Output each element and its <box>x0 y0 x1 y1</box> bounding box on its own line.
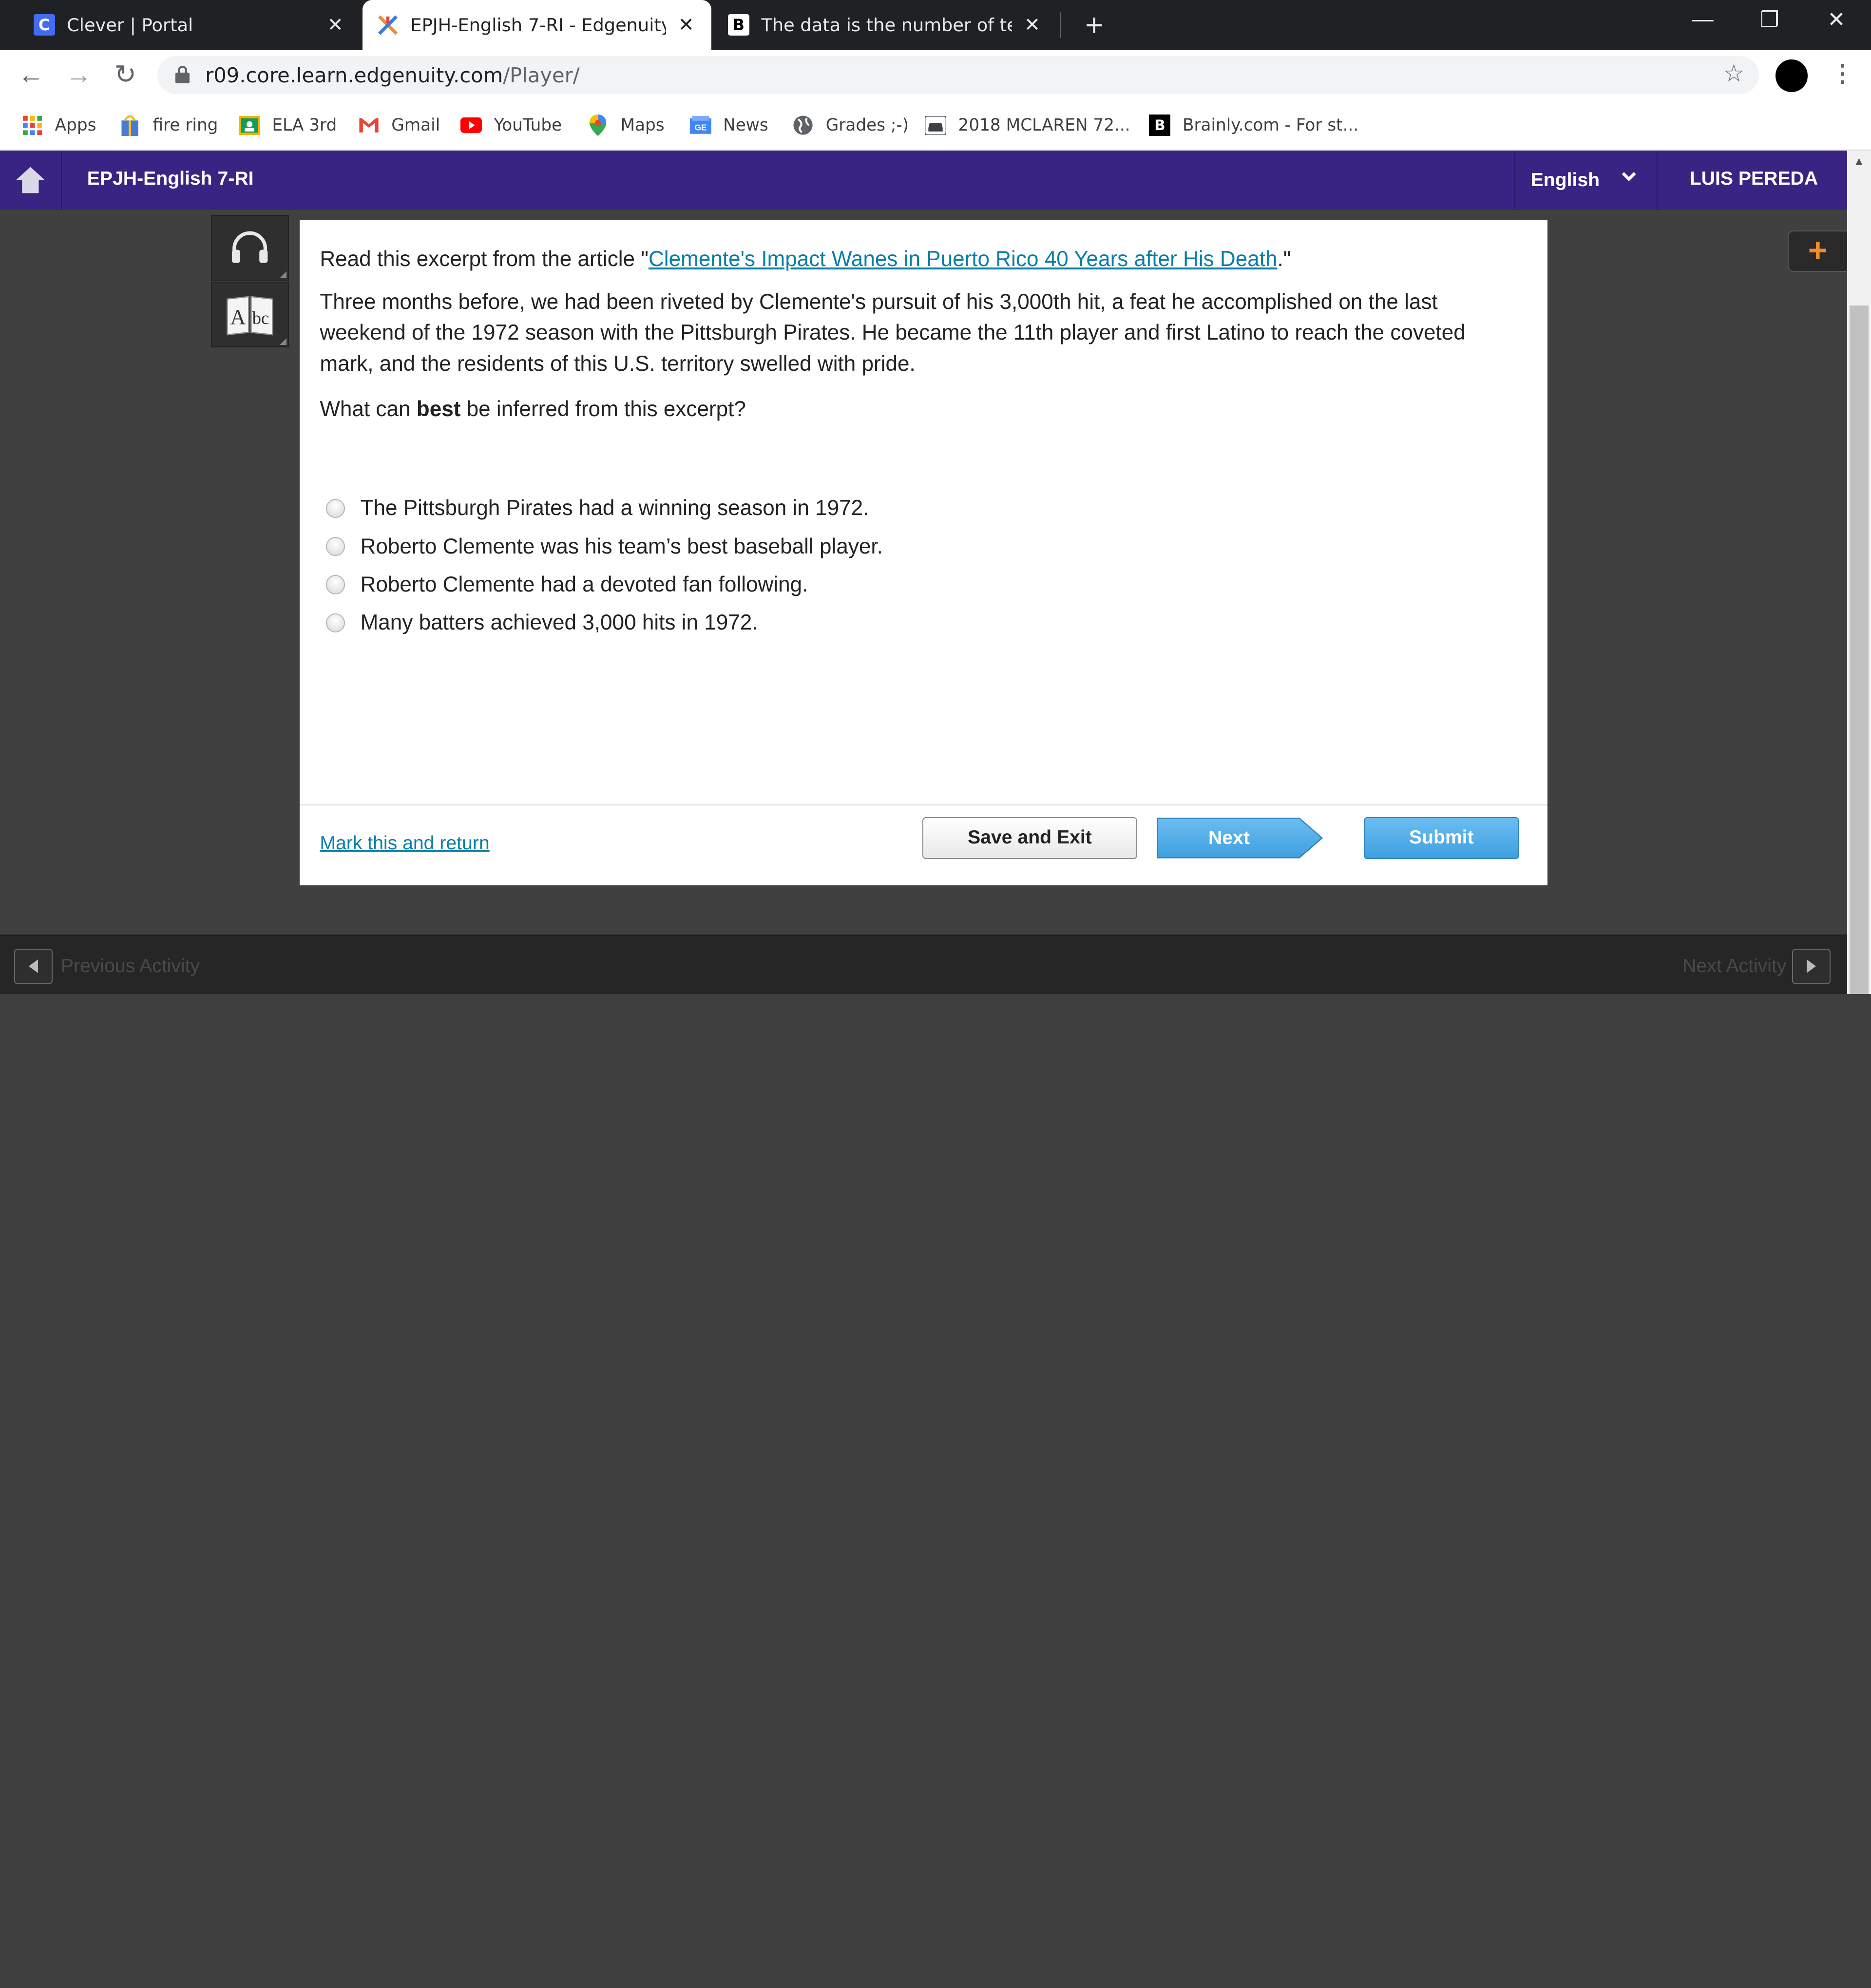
svg-text:GE: GE <box>694 122 706 132</box>
radio-button[interactable] <box>325 575 345 594</box>
dictionary-book-icon: A bc <box>227 296 273 336</box>
page-scrollbar[interactable]: ▲ <box>1847 150 1871 994</box>
bookmark-brainly[interactable]: B Brainly.com - For st... <box>1149 112 1358 138</box>
edgenuity-logo-icon <box>377 14 399 36</box>
bookmark-star-icon[interactable]: ☆ <box>1723 59 1745 87</box>
back-arrow-icon[interactable]: ← <box>16 59 47 91</box>
new-tab-button[interactable]: + <box>1077 7 1111 43</box>
screen: C Clever | Portal ✕ EPJH-English 7-RI - … <box>0 0 1871 994</box>
browser-tab-strip: C Clever | Portal ✕ EPJH-English 7-RI - … <box>0 0 1871 50</box>
question-footer: Mark this and return Save and Exit Next … <box>299 804 1548 886</box>
bookmark-apps[interactable]: Apps <box>21 112 96 138</box>
scroll-up-arrow-icon[interactable]: ▲ <box>1853 155 1865 169</box>
radio-button[interactable] <box>325 613 345 632</box>
radio-button[interactable] <box>325 498 345 518</box>
answer-option-b[interactable]: Roberto Clemente was his team’s best bas… <box>325 527 883 565</box>
tab-edgenuity[interactable]: EPJH-English 7-RI - Edgenuity.com ✕ <box>363 0 711 50</box>
tab-title: The data is the number of text messages <box>761 14 1012 36</box>
bookmark-ela-3rd[interactable]: ELA 3rd <box>238 112 337 138</box>
article-link[interactable]: Clemente's Impact Wanes in Puerto Rico 4… <box>649 247 1278 271</box>
answer-option-c[interactable]: Roberto Clemente had a devoted fan follo… <box>325 566 883 604</box>
bookmark-maps[interactable]: Maps <box>587 112 665 138</box>
restore-window-icon[interactable]: ❐ <box>1752 7 1787 32</box>
bookmarks-bar: Apps fire ring ELA 3rd Gmail YouTube Map… <box>0 100 1871 151</box>
gift-bag-icon <box>119 115 141 136</box>
answer-options: The Pittsburgh Pirates had a winning sea… <box>325 489 883 642</box>
tab-brainly[interactable]: B The data is the number of text message… <box>714 0 1057 50</box>
close-window-icon[interactable]: ✕ <box>1818 7 1854 32</box>
previous-activity-button[interactable] <box>14 948 53 984</box>
mark-and-return-link[interactable]: Mark this and return <box>320 833 489 854</box>
question-card: Read this excerpt from the article "Clem… <box>299 219 1548 886</box>
language-select[interactable]: English <box>1514 150 1658 210</box>
clever-logo-icon: C <box>33 14 55 36</box>
radio-button[interactable] <box>325 537 345 556</box>
tab-title: EPJH-English 7-RI - Edgenuity.com <box>410 14 666 36</box>
headphones-icon <box>232 231 268 263</box>
globe-icon <box>792 115 814 136</box>
forward-arrow-icon[interactable]: → <box>63 59 95 91</box>
next-activity-label[interactable]: Next Activity <box>1682 956 1786 977</box>
next-activity-button[interactable] <box>1792 948 1831 984</box>
car-icon <box>924 115 947 136</box>
bookmark-youtube[interactable]: YouTube <box>460 112 562 138</box>
brainly-icon: B <box>1149 115 1171 136</box>
minimize-window-icon[interactable]: — <box>1685 7 1720 32</box>
svg-text:A: A <box>230 305 246 329</box>
answer-option-a[interactable]: The Pittsburgh Pirates had a winning sea… <box>325 489 883 527</box>
answer-option-d[interactable]: Many batters achieved 3,000 hits in 1972… <box>325 604 883 642</box>
chevron-left-icon <box>29 959 38 974</box>
apps-grid-icon <box>21 115 43 136</box>
scrollbar-thumb[interactable] <box>1849 305 1869 994</box>
chevron-down-icon <box>1621 170 1637 189</box>
glossary-button[interactable]: A bc <box>211 281 289 347</box>
close-tab-icon[interactable]: ✕ <box>1021 14 1043 36</box>
browser-toolbar: ← → ↻ r09.core.learn.edgenuity.com/Playe… <box>0 50 1871 100</box>
brainly-logo-icon: B <box>727 14 749 36</box>
course-title: EPJH-English 7-RI <box>87 168 254 190</box>
news-icon: GE <box>689 115 711 136</box>
chevron-right-icon <box>1807 959 1816 974</box>
bookmark-fire-ring[interactable]: fire ring <box>119 112 218 138</box>
next-button[interactable]: Next <box>1156 817 1323 859</box>
save-and-exit-button[interactable]: Save and Exit <box>922 817 1137 859</box>
maps-pin-icon <box>587 115 609 136</box>
previous-activity-label[interactable]: Previous Activity <box>61 956 200 977</box>
user-name[interactable]: LUIS PEREDA <box>1690 168 1818 190</box>
bookmark-news[interactable]: GE News <box>689 112 768 138</box>
bookmark-grades[interactable]: Grades ;-) <box>792 112 909 138</box>
url-text: r09.core.learn.edgenuity.com/Player/ <box>205 63 580 87</box>
expand-tools-plus-button[interactable]: + <box>1787 230 1848 272</box>
lock-icon <box>174 65 191 85</box>
gmail-icon <box>358 115 380 136</box>
close-tab-icon[interactable]: ✕ <box>675 14 697 36</box>
svg-text:bc: bc <box>252 308 269 328</box>
tab-title: Clever | Portal <box>67 14 193 36</box>
course-header: EPJH-English 7-RI English LUIS PEREDA <box>0 150 1848 210</box>
profile-avatar[interactable] <box>1776 59 1808 92</box>
reload-icon[interactable]: ↻ <box>110 59 141 91</box>
browser-menu-icon[interactable]: ⋮ <box>1831 59 1854 87</box>
home-icon <box>16 167 45 193</box>
youtube-icon <box>460 115 482 136</box>
classroom-icon <box>238 115 260 136</box>
bookmark-mclaren[interactable]: 2018 MCLAREN 72... <box>924 112 1130 138</box>
close-tab-icon[interactable]: ✕ <box>325 14 346 36</box>
text-to-speech-button[interactable] <box>211 214 289 281</box>
tab-separator <box>1059 12 1061 38</box>
question-prompt: Read this excerpt from the article "Clem… <box>320 247 1291 271</box>
tab-clever[interactable]: C Clever | Portal ✕ <box>19 0 360 50</box>
address-bar[interactable]: r09.core.learn.edgenuity.com/Player/ ☆ <box>157 56 1759 95</box>
bookmark-gmail[interactable]: Gmail <box>358 112 440 138</box>
question-text: What can best be inferred from this exce… <box>320 397 746 421</box>
activity-navigation-bar: Previous Activity Next Activity <box>0 934 1848 994</box>
home-button[interactable] <box>0 150 62 210</box>
submit-button[interactable]: Submit <box>1364 817 1519 859</box>
language-label: English <box>1530 169 1600 191</box>
article-excerpt: Three months before, we had been riveted… <box>320 289 1466 376</box>
